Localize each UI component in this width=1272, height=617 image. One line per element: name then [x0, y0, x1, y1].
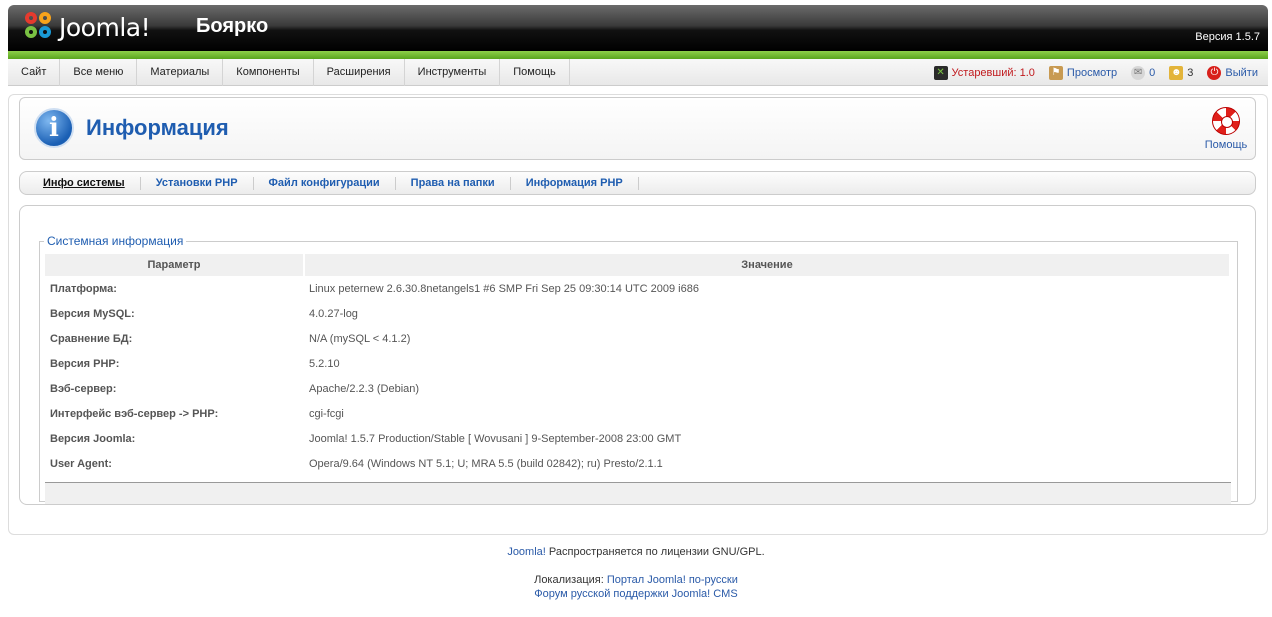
- menu-item-tools[interactable]: Инструменты: [405, 59, 501, 86]
- localization-label: Локализация:: [534, 574, 607, 586]
- col-header-value: Значение: [304, 254, 1231, 276]
- license-line: Joomla! Распространяется по лицензии GNU…: [0, 546, 1272, 558]
- logout-label: Выйти: [1225, 66, 1258, 79]
- system-info-table: Параметр Значение Платформа: Linux petern…: [45, 254, 1231, 476]
- joomla-update-icon: ✕: [933, 65, 948, 80]
- tab-php-settings[interactable]: Установки PHP: [141, 176, 254, 190]
- users-count: 3: [1187, 66, 1194, 79]
- menu-item-components[interactable]: Компоненты: [223, 59, 314, 86]
- messages-icon: ✉: [1131, 65, 1146, 80]
- forum-line: Форум русской поддержки Joomla! CMS: [0, 588, 1272, 600]
- version-label: Версия 1.5.7: [1195, 31, 1260, 43]
- menu-item-content[interactable]: Материалы: [137, 59, 224, 86]
- param-name: Интерфейс вэб-сервер -> PHP:: [50, 407, 219, 420]
- fieldset-legend: Системная информация: [47, 234, 184, 248]
- lifebuoy-icon: [1212, 107, 1240, 135]
- param-value: 4.0.27-log: [309, 307, 358, 320]
- table-footer: [45, 482, 1231, 504]
- main-menu-bar: Сайт Все меню Материалы Компоненты Расши…: [8, 59, 1268, 86]
- joomla-logo-icon: [25, 12, 55, 42]
- param-name: User Agent:: [50, 457, 112, 470]
- param-value: cgi-fcgi: [309, 407, 344, 420]
- status-area: ✕ Устаревший: 1.0 ⚑ Просмотр ✉ 0 ☻ 3 ⏻ В…: [933, 59, 1258, 86]
- license-text: Распространяется по лицензии GNU/GPL.: [545, 546, 765, 558]
- param-value: Opera/9.64 (Windows NT 5.1; U; MRA 5.5 (…: [309, 457, 663, 470]
- page-title: Информация: [86, 115, 229, 140]
- localization-line: Локализация: Портал Joomla! по-русски: [0, 574, 1272, 586]
- preview-label: Просмотр: [1066, 66, 1118, 79]
- table-row: Версия PHP: 5.2.10: [45, 351, 1230, 376]
- tab-config-file[interactable]: Файл конфигурации: [254, 176, 396, 190]
- logout-icon: ⏻: [1207, 65, 1222, 80]
- col-header-param: Параметр: [45, 254, 305, 276]
- help-button[interactable]: Помощь: [1204, 107, 1248, 151]
- header-bar: Joomla! Боярко Версия 1.5.7: [8, 5, 1268, 51]
- preview-link[interactable]: ⚑ Просмотр: [1048, 65, 1118, 80]
- site-name: Боярко: [196, 15, 269, 37]
- param-name: Платформа:: [50, 282, 117, 295]
- param-value: N/A (mySQL < 4.1.2): [309, 332, 411, 345]
- table-row: User Agent: Opera/9.64 (Windows NT 5.1; U…: [45, 451, 1230, 476]
- joomla-logo[interactable]: Joomla!: [25, 11, 151, 43]
- forum-link[interactable]: Форум русской поддержки Joomla! CMS: [534, 588, 737, 600]
- table-row: Сравнение БД: N/A (mySQL < 4.1.2): [45, 326, 1230, 351]
- menu-item-extensions[interactable]: Расширения: [314, 59, 405, 86]
- outdated-label: Устаревший: 1.0: [951, 66, 1035, 79]
- menu-item-help[interactable]: Помощь: [500, 59, 570, 86]
- param-name: Версия MySQL:: [50, 307, 135, 320]
- param-value: 5.2.10: [309, 357, 340, 370]
- system-info-fieldset: Системная информация Параметр Значение П…: [39, 234, 1238, 504]
- outdated-status[interactable]: ✕ Устаревший: 1.0: [933, 65, 1035, 80]
- messages-count: 0: [1149, 66, 1156, 79]
- table-row: Версия Joomla: Joomla! 1.5.7 Production/S…: [45, 426, 1230, 451]
- table-row: Интерфейс вэб-сервер -> PHP: cgi-fcgi: [45, 401, 1230, 426]
- help-button-label: Помощь: [1204, 139, 1248, 151]
- menu-item-all-menus[interactable]: Все меню: [60, 59, 138, 86]
- joomla-link[interactable]: Joomla!: [507, 546, 546, 558]
- preview-icon: ⚑: [1048, 65, 1063, 80]
- param-value: Apache/2.2.3 (Debian): [309, 382, 420, 395]
- param-value: Linux peternew 2.6.30.8netangels1 #6 SMP…: [309, 282, 699, 295]
- logo-text: Joomla!: [59, 12, 151, 42]
- param-name: Версия PHP:: [50, 357, 120, 370]
- tab-system-info[interactable]: Инфо системы: [28, 176, 141, 190]
- menu-item-site[interactable]: Сайт: [8, 59, 61, 86]
- table-row: Версия MySQL: 4.0.27-log: [45, 301, 1230, 326]
- tabs-bar: Инфо системы Установки PHP Файл конфигур…: [19, 171, 1256, 195]
- param-value: Joomla! 1.5.7 Production/Stable [ Wovusa…: [309, 432, 682, 445]
- tab-php-info[interactable]: Информация PHP: [511, 176, 639, 190]
- messages-link[interactable]: ✉ 0: [1131, 65, 1156, 80]
- toolbar-box: i Информация Помощь: [19, 97, 1256, 160]
- users-icon: ☻: [1169, 65, 1184, 80]
- table-row: Вэб-сервер: Apache/2.2.3 (Debian): [45, 376, 1230, 401]
- logout-link[interactable]: ⏻ Выйти: [1207, 65, 1258, 80]
- param-name: Версия Joomla:: [50, 432, 136, 445]
- tab-folder-permissions[interactable]: Права на папки: [396, 176, 511, 190]
- param-name: Сравнение БД:: [50, 332, 133, 345]
- header-accent-bar: [8, 51, 1268, 59]
- table-row: Платформа: Linux peternew 2.6.30.8netange…: [45, 276, 1230, 301]
- param-name: Вэб-сервер:: [50, 382, 117, 395]
- localization-link[interactable]: Портал Joomla! по-русски: [607, 574, 738, 586]
- users-link[interactable]: ☻ 3: [1169, 65, 1194, 80]
- info-icon: i: [34, 108, 74, 148]
- content-panel: Системная информация Параметр Значение П…: [19, 205, 1256, 505]
